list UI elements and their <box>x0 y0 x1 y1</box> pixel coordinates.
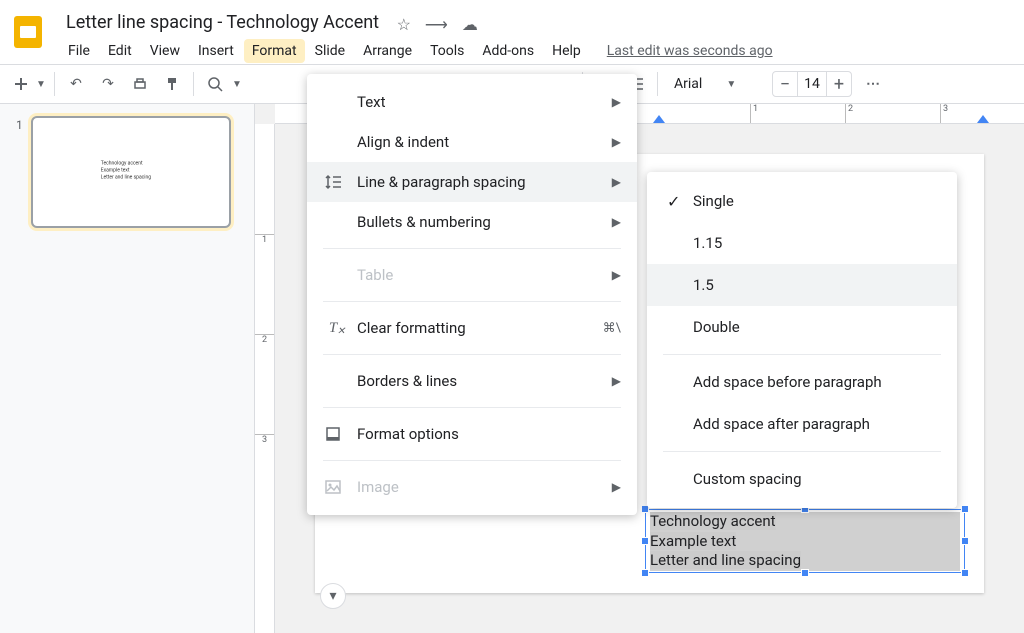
menu-item-label: Borders & lines <box>357 372 457 390</box>
shortcut-label: ⌘\ <box>603 321 621 336</box>
spacing-option-label: Single <box>693 192 734 210</box>
format-menu-item-table: Table ▶ <box>307 255 637 295</box>
menu-item-label: Text <box>357 93 386 111</box>
new-slide-dropdown[interactable]: ▼ <box>36 79 48 90</box>
collapse-filmstrip-button[interactable]: ▾ <box>320 583 346 609</box>
submenu-arrow-icon: ▶ <box>612 268 621 282</box>
paint-format-button[interactable] <box>157 69 187 99</box>
print-button[interactable] <box>125 69 155 99</box>
spacing-option-single[interactable]: ✓Single <box>647 180 957 222</box>
textbox-content[interactable]: Technology accent Example text Letter an… <box>646 510 964 573</box>
resize-handle-bm[interactable] <box>801 569 809 577</box>
spacing-option-label: Add space before paragraph <box>693 373 882 391</box>
spacing-option-label: Add space after paragraph <box>693 415 870 433</box>
format-menu-item-format-options[interactable]: Format options <box>307 414 637 454</box>
selected-textbox[interactable]: Technology accent Example text Letter an… <box>645 509 965 573</box>
zoom-dropdown[interactable]: ▼ <box>232 79 244 90</box>
resize-handle-bl[interactable] <box>641 569 649 577</box>
line-spacing-submenu: ✓Single 1.15 1.5 Double Add space before par… <box>647 172 957 508</box>
menu-addons[interactable]: Add-ons <box>474 39 542 63</box>
spacing-option-custom-spacing[interactable]: Custom spacing <box>647 458 957 500</box>
submenu-arrow-icon: ▶ <box>612 135 621 149</box>
spacing-option-label: Custom spacing <box>693 470 802 488</box>
spacing-option-double[interactable]: Double <box>647 306 957 348</box>
spacing-option-label: 1.5 <box>693 276 714 294</box>
menu-insert[interactable]: Insert <box>190 39 242 63</box>
menu-format[interactable]: Format <box>244 39 305 63</box>
menu-bar: File Edit View Insert Format Slide Arran… <box>60 39 1008 63</box>
submenu-arrow-icon: ▶ <box>612 374 621 388</box>
menu-tools[interactable]: Tools <box>422 39 472 63</box>
submenu-arrow-icon: ▶ <box>612 480 621 494</box>
clear-icon: T✕ <box>323 320 343 337</box>
spacing-option-1.15[interactable]: 1.15 <box>647 222 957 264</box>
menu-item-label: Image <box>357 478 399 496</box>
cloud-icon[interactable]: ☁ <box>462 15 478 34</box>
menu-edit[interactable]: Edit <box>100 39 140 63</box>
font-family-select[interactable]: Arial ▼ <box>668 76 758 92</box>
format-menu-item-text[interactable]: Text ▶ <box>307 82 637 122</box>
format-menu-item-clear-formatting[interactable]: T✕ Clear formatting ⌘\ <box>307 308 637 348</box>
zoom-button[interactable] <box>200 69 230 99</box>
document-title[interactable]: Letter line spacing - Technology Accent <box>60 8 385 37</box>
toolbar-more-button[interactable]: ⋯ <box>866 76 882 92</box>
menu-arrange[interactable]: Arrange <box>355 39 420 63</box>
font-size-increase[interactable]: + <box>827 74 851 95</box>
menu-view[interactable]: View <box>142 39 188 63</box>
menu-slide[interactable]: Slide <box>307 39 353 63</box>
format-menu-item-bullets-numbering[interactable]: Bullets & numbering ▶ <box>307 202 637 242</box>
vertical-ruler[interactable]: 1 2 3 <box>255 124 275 633</box>
slides-logo[interactable] <box>8 12 48 52</box>
indent-marker-right[interactable] <box>977 115 989 123</box>
format-menu-item-borders-lines[interactable]: Borders & lines ▶ <box>307 361 637 401</box>
filmstrip-panel: 1 Technology accent Example text Letter … <box>0 104 255 633</box>
font-size-input[interactable]: 14 <box>797 72 827 96</box>
menu-item-label: Format options <box>357 425 459 443</box>
menu-item-label: Align & indent <box>357 133 449 151</box>
slide-thumbnail-1[interactable]: 1 Technology accent Example text Letter … <box>16 116 238 228</box>
resize-handle-mr[interactable] <box>961 537 969 545</box>
new-slide-button[interactable] <box>8 69 34 99</box>
app-header: Letter line spacing - Technology Accent … <box>0 0 1024 64</box>
spacing-option-label: 1.15 <box>693 234 722 252</box>
chevron-down-icon: ▼ <box>726 79 738 90</box>
resize-handle-br[interactable] <box>961 569 969 577</box>
move-icon[interactable]: ⟶ <box>425 15 448 34</box>
spacing-option-1.5[interactable]: 1.5 <box>647 264 957 306</box>
format-menu-item-image: Image ▶ <box>307 467 637 507</box>
redo-button[interactable]: ↷ <box>93 69 123 99</box>
menu-item-label: Table <box>357 266 393 284</box>
menu-file[interactable]: File <box>60 39 98 63</box>
options-icon <box>323 425 343 443</box>
font-family-label: Arial <box>674 76 702 92</box>
last-edit-link[interactable]: Last edit was seconds ago <box>607 43 773 59</box>
undo-button[interactable]: ↶ <box>61 69 91 99</box>
spacing-option-add-space-before-paragraph[interactable]: Add space before paragraph <box>647 361 957 403</box>
resize-handle-ml[interactable] <box>641 537 649 545</box>
menu-item-label: Clear formatting <box>357 319 466 337</box>
check-icon: ✓ <box>667 192 693 211</box>
format-menu-item-line-paragraph-spacing[interactable]: Line & paragraph spacing ▶ <box>307 162 637 202</box>
submenu-arrow-icon: ▶ <box>612 95 621 109</box>
star-icon[interactable]: ☆ <box>397 15 411 34</box>
indent-marker-left[interactable] <box>653 115 665 123</box>
spacing-icon <box>323 173 343 191</box>
slide-number: 1 <box>16 116 23 228</box>
format-menu-item-align-indent[interactable]: Align & indent ▶ <box>307 122 637 162</box>
menu-help[interactable]: Help <box>544 39 589 63</box>
font-size-decrease[interactable]: − <box>773 74 797 95</box>
menu-item-label: Bullets & numbering <box>357 213 491 231</box>
resize-handle-tr[interactable] <box>961 505 969 513</box>
submenu-arrow-icon: ▶ <box>612 215 621 229</box>
font-size-control: − 14 + <box>772 71 852 97</box>
format-menu-dropdown: Text▶Align & indent▶Line & paragraph spa… <box>307 74 637 515</box>
spacing-option-label: Double <box>693 318 740 336</box>
image-icon <box>323 478 343 496</box>
spacing-option-add-space-after-paragraph[interactable]: Add space after paragraph <box>647 403 957 445</box>
menu-item-label: Line & paragraph spacing <box>357 173 526 191</box>
submenu-arrow-icon: ▶ <box>612 175 621 189</box>
